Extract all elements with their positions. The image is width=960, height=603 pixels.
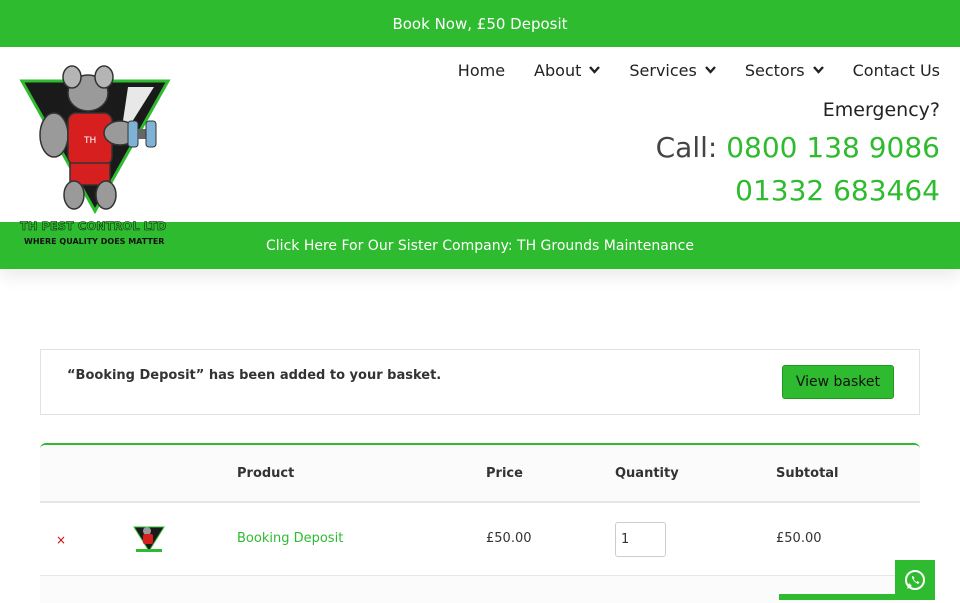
- call-prefix: Call:: [655, 131, 727, 164]
- view-basket-button[interactable]: View basket: [781, 365, 894, 399]
- cart-table-header: Product Price Quantity Subtotal: [40, 445, 920, 503]
- logo-company-name: TH PEST CONTROL LTD: [20, 219, 166, 233]
- nav-item-home[interactable]: Home: [458, 61, 505, 80]
- product-thumbnail-icon: [133, 526, 165, 552]
- quantity-input[interactable]: [615, 522, 666, 557]
- logo-tagline: WHERE QUALITY DOES MATTER: [24, 237, 164, 246]
- main-navigation: Home About Services Sectors Contact Us: [429, 61, 940, 80]
- basket-notice: “Booking Deposit” has been added to your…: [40, 349, 920, 415]
- site-logo[interactable]: TH TH PEST CONTROL LTD WHERE QUALITY DOE…: [18, 61, 176, 253]
- nav-item-label: Sectors: [744, 61, 805, 80]
- cart-table: Product Price Quantity Subtotal × Bookin…: [40, 443, 920, 603]
- sister-company-link[interactable]: Click Here For Our Sister Company: TH Gr…: [266, 238, 694, 254]
- chevron-down-icon: [812, 64, 824, 77]
- chevron-down-icon: [704, 64, 716, 77]
- announcement-text[interactable]: Book Now, £50 Deposit: [392, 15, 567, 33]
- nav-item-label: Contact Us: [852, 61, 940, 80]
- nav-item-about[interactable]: About: [534, 61, 601, 80]
- nav-item-services[interactable]: Services: [629, 61, 716, 80]
- chevron-down-icon: [589, 64, 601, 77]
- product-price: £50.00: [486, 531, 532, 546]
- nav-item-label: About: [534, 61, 582, 80]
- site-header: TH TH PEST CONTROL LTD WHERE QUALITY DOE…: [0, 47, 960, 246]
- nav-item-contact-us[interactable]: Contact Us: [853, 61, 940, 80]
- product-name-link[interactable]: Booking Deposit: [237, 531, 343, 546]
- nav-item-label: Services: [629, 61, 697, 80]
- header-subtotal: Subtotal: [776, 466, 839, 481]
- nav-item-label: Home: [457, 61, 506, 80]
- whatsapp-icon: [905, 570, 925, 590]
- phone-primary-link[interactable]: 0800 138 9086: [726, 131, 940, 164]
- whatsapp-button[interactable]: [895, 560, 935, 600]
- call-line: Call: 0800 138 9086: [656, 131, 940, 164]
- rat-mascot-icon: TH TH PEST CONTROL LTD WHERE QUALITY DOE…: [19, 65, 171, 246]
- phone-secondary-link[interactable]: 01332 683464: [735, 174, 940, 207]
- remove-icon[interactable]: ×: [56, 533, 66, 547]
- table-row: × Booking Deposit £50.00 £50.00: [40, 503, 920, 576]
- emergency-label: Emergency?: [822, 99, 940, 121]
- header-price: Price: [486, 466, 523, 481]
- header-product: Product: [237, 466, 295, 481]
- header-quantity: Quantity: [615, 466, 679, 481]
- product-subtotal: £50.00: [776, 531, 822, 546]
- basket-notice-message: “Booking Deposit” has been added to your…: [67, 368, 442, 383]
- product-thumbnail[interactable]: [132, 523, 166, 555]
- top-announcement-bar[interactable]: Book Now, £50 Deposit: [0, 0, 960, 47]
- update-basket-button[interactable]: [779, 594, 899, 600]
- nav-item-sectors[interactable]: Sectors: [745, 61, 824, 80]
- logo-shirt-text: TH: [83, 136, 96, 146]
